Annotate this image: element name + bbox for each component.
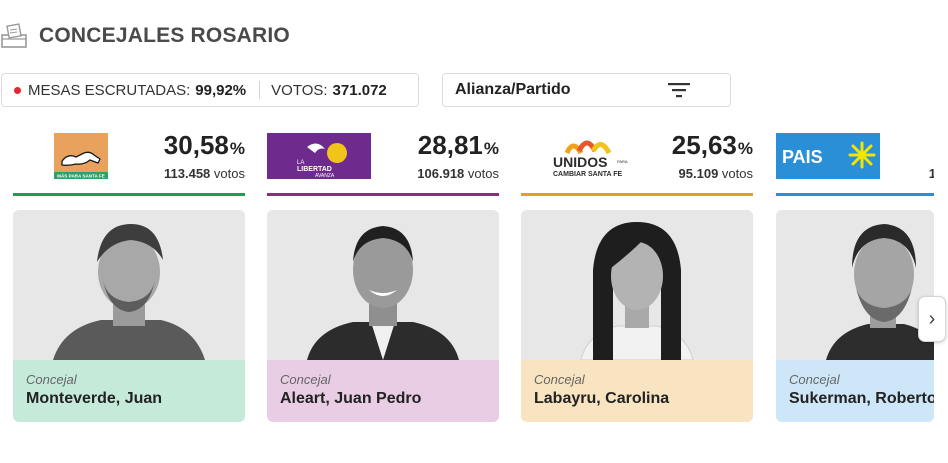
candidate-role: Concejal (26, 372, 77, 387)
vote-count: 113.458 votos (164, 166, 245, 181)
vote-count: 106.918 votos (417, 166, 499, 181)
mesas-value: 99,92% (195, 81, 247, 99)
vote-percentage: 25,63% (671, 130, 753, 160)
logo-text: PAIS (782, 147, 823, 167)
candidate-role: Concejal (280, 372, 331, 387)
candidate-role: Concejal (534, 372, 585, 387)
vote-count: 95.109 votos (678, 166, 753, 181)
votos-value: 371.072 (332, 81, 387, 99)
party-color-bar (521, 193, 753, 196)
la-libertad-avanza-logo: LA LIBERTAD AVANZA (267, 133, 371, 179)
candidate-photo (776, 210, 934, 360)
candidate-info: Concejal Labayru, Carolina (521, 360, 753, 422)
ballot-box-icon (1, 23, 27, 48)
chevron-right-icon: › (928, 307, 936, 330)
candidate-role: Concejal (789, 372, 840, 387)
mesas-label: MESAS ESCRUTADAS: (28, 81, 191, 99)
pais-logo: PAIS (776, 133, 880, 179)
candidate-card[interactable]: LA LIBERTAD AVANZA 28,81% 106.918 votos … (267, 125, 499, 422)
vote-percentage: 28,81% (417, 130, 499, 160)
logo-text-3: AVANZA (315, 173, 335, 179)
candidate-name: Labayru, Carolina (534, 390, 670, 407)
divider (259, 81, 261, 99)
candidate-info: Concejal Monteverde, Juan (13, 360, 245, 422)
candidate-photo (267, 210, 499, 360)
portrait-icon (53, 224, 205, 360)
party-color-bar (267, 193, 499, 196)
section-header: CONCEJALES ROSARIO (0, 22, 290, 50)
portrait-icon (580, 222, 694, 360)
scrutiny-stats: MESAS ESCRUTADAS: 99,92% VOTOS: 371.072 (1, 73, 419, 107)
candidate-info: Concejal Sukerman, Roberto (776, 360, 934, 422)
candidate-name: Aleart, Juan Pedro (280, 390, 422, 407)
vote-percentage: 30,58% (163, 130, 245, 160)
candidate-card[interactable]: UNIDOS PARA CAMBIAR SANTA FE 25,63% 95.1… (521, 125, 753, 422)
candidate-card[interactable]: PAIS 1 Concejal Sukerman, Roberto (776, 125, 934, 422)
candidate-photo (13, 210, 245, 360)
candidate-info: Concejal Aleart, Juan Pedro (267, 360, 499, 422)
filter-icon (668, 83, 690, 98)
logo-text-2: LIBERTAD (297, 166, 332, 173)
candidate-photo (521, 210, 753, 360)
vote-count: 1 (928, 166, 934, 181)
votos-label: VOTOS: (271, 81, 328, 99)
party-color-bar (776, 193, 934, 196)
party-filter-select[interactable]: Alianza/Partido (442, 73, 731, 107)
logo-text: MÁS PARA SANTA FE (57, 173, 105, 179)
logo-text-1: UNIDOS (553, 154, 607, 170)
mas-para-santa-fe-logo: MÁS PARA SANTA FE (54, 133, 108, 179)
candidate-card[interactable]: MÁS PARA SANTA FE 30,58% 113.458 votos C… (13, 125, 245, 422)
unidos-para-cambiar-santa-fe-logo: UNIDOS PARA CAMBIAR SANTA FE (553, 140, 628, 178)
portrait-icon (307, 226, 459, 360)
party-color-bar (13, 193, 245, 196)
candidate-name: Monteverde, Juan (26, 390, 163, 407)
filter-label: Alianza/Partido (455, 81, 571, 98)
logo-text-2: PARA (617, 159, 628, 164)
candidate-name: Sukerman, Roberto (789, 390, 934, 407)
live-indicator-icon (14, 86, 21, 94)
portrait-icon (826, 224, 934, 360)
page-title: CONCEJALES ROSARIO (39, 24, 290, 47)
logo-text-3: CAMBIAR SANTA FE (553, 171, 623, 178)
carousel-next-button[interactable]: › (918, 296, 946, 342)
